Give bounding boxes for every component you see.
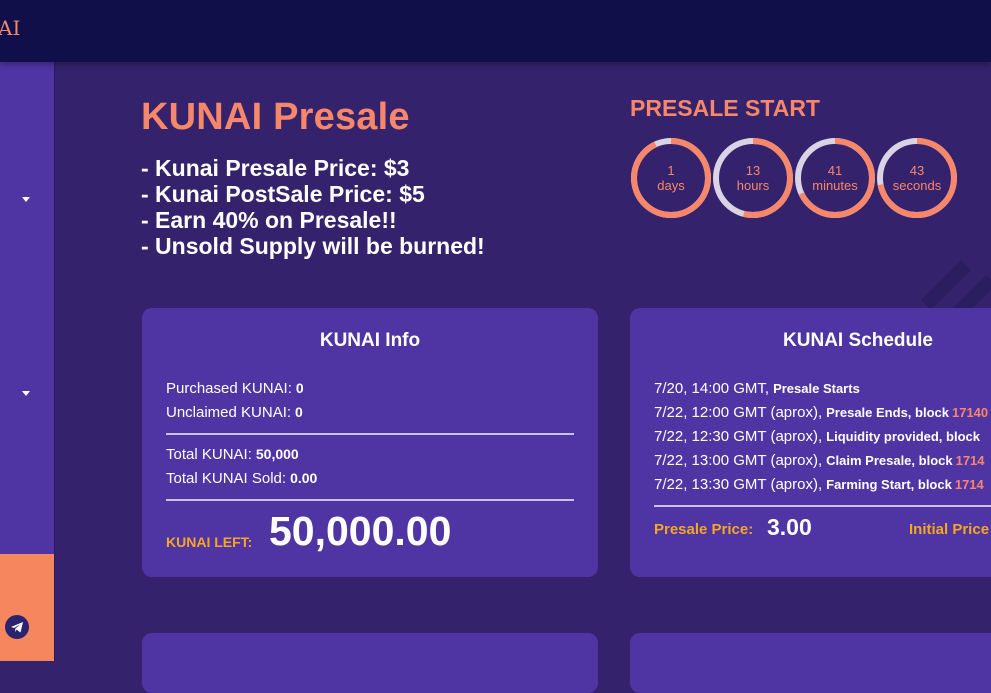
top-bar: AI — [0, 0, 991, 62]
schedule-row: 7/22, 12:00 GMT (aprox), Presale Ends, bl… — [654, 404, 988, 421]
telegram-icon[interactable] — [5, 615, 29, 639]
schedule-event: Presale Starts — [773, 381, 860, 396]
countdown-unit: seconds — [892, 178, 942, 193]
card-title: KUNAI Schedule — [783, 330, 933, 351]
total-row: Total KUNAI: 50,000 — [166, 446, 299, 463]
logo[interactable]: AI — [0, 16, 20, 40]
schedule-time: 7/20, 14:00 GMT, — [654, 380, 770, 397]
schedule-row: 7/22, 13:30 GMT (aprox), Farming Start, b… — [654, 476, 984, 493]
schedule-event: Presale Ends, block — [826, 405, 949, 420]
unclaimed-label: Unclaimed KUNAI: — [166, 404, 292, 421]
schedule-time: 7/22, 13:30 GMT (aprox), — [654, 476, 823, 493]
countdown-value: 41 — [827, 163, 843, 178]
purchased-label: Purchased KUNAI: — [166, 380, 292, 397]
presale-highlights: - Kunai Presale Price: $3 - Kunai PostSa… — [141, 155, 485, 259]
kunai-info-card: KUNAI Info Purchased KUNAI: 0 Unclaimed K… — [142, 308, 598, 577]
schedule-event: Farming Start, block — [826, 477, 952, 492]
schedule-time: 7/22, 12:30 GMT (aprox), — [654, 428, 823, 445]
chevron-down-icon[interactable] — [22, 197, 30, 202]
unclaimed-row: Unclaimed KUNAI: 0 — [166, 404, 303, 421]
schedule-block: 17140 — [951, 405, 989, 420]
card-title: KUNAI Info — [319, 330, 421, 351]
list-item: - Kunai PostSale Price: $5 — [141, 181, 425, 207]
sold-label: Total KUNAI Sold: — [166, 470, 287, 487]
countdown-unit: days — [657, 178, 685, 193]
schedule-event: Liquidity provided, block — [826, 429, 980, 444]
schedule-event: Claim Presale, block — [826, 453, 953, 468]
countdown-unit: hours — [736, 178, 770, 193]
initial-price-label: Initial Price — [909, 521, 990, 538]
countdown-hours: 13 hours — [712, 137, 794, 219]
schedule-time: 7/22, 12:00 GMT (aprox), — [654, 404, 823, 421]
total-label: Total KUNAI: — [166, 446, 252, 463]
list-item: - Earn 40% on Presale!! — [141, 207, 397, 233]
presale-price-label: Presale Price: — [654, 521, 754, 538]
purchased-row: Purchased KUNAI: 0 — [166, 380, 304, 397]
unclaimed-value: 0 — [295, 404, 303, 420]
kunai-schedule-card: KUNAI Schedule 7/20, 14:00 GMT, Presale S… — [630, 308, 991, 577]
sidebar-footer — [0, 554, 54, 661]
schedule-block: 1714 — [955, 453, 985, 468]
sold-value: 0.00 — [290, 470, 318, 486]
countdown-days: 1 days — [630, 137, 712, 219]
kunai-left-value: 50,000.00 — [269, 508, 452, 554]
countdown-value: 1 — [667, 163, 675, 178]
schedule-block: 1714 — [954, 477, 984, 492]
bottom-card — [142, 633, 598, 693]
schedule-row: 7/20, 14:00 GMT, Presale Starts — [654, 380, 863, 397]
chevron-down-icon[interactable] — [22, 391, 30, 396]
divider — [654, 505, 991, 507]
schedule-row: 7/22, 13:00 GMT (aprox), Claim Presale, b… — [654, 452, 985, 469]
schedule-row: 7/22, 12:30 GMT (aprox), Liquidity provid… — [654, 428, 983, 445]
kunai-left-label: KUNAI LEFT: — [166, 534, 253, 550]
list-item: - Kunai Presale Price: $3 — [141, 155, 410, 181]
schedule-time: 7/22, 13:00 GMT (aprox), — [654, 452, 823, 469]
purchased-value: 0 — [295, 380, 304, 396]
bottom-card — [630, 633, 991, 693]
countdown-value: 43 — [909, 163, 925, 178]
countdown-title: PRESALE START — [630, 95, 820, 121]
countdown-seconds: 43 seconds — [876, 137, 958, 219]
divider — [166, 433, 574, 435]
presale-price-value: 3.00 — [767, 514, 812, 540]
countdown-value: 13 — [745, 163, 761, 178]
list-item: - Unsold Supply will be burned! — [141, 233, 485, 259]
page-title: KUNAI Presale — [141, 96, 410, 138]
total-value: 50,000 — [255, 446, 299, 462]
sold-row: Total KUNAI Sold: 0.00 — [166, 470, 317, 487]
divider — [166, 499, 574, 501]
countdown-unit: minutes — [812, 178, 858, 193]
countdown-minutes: 41 minutes — [794, 137, 876, 219]
